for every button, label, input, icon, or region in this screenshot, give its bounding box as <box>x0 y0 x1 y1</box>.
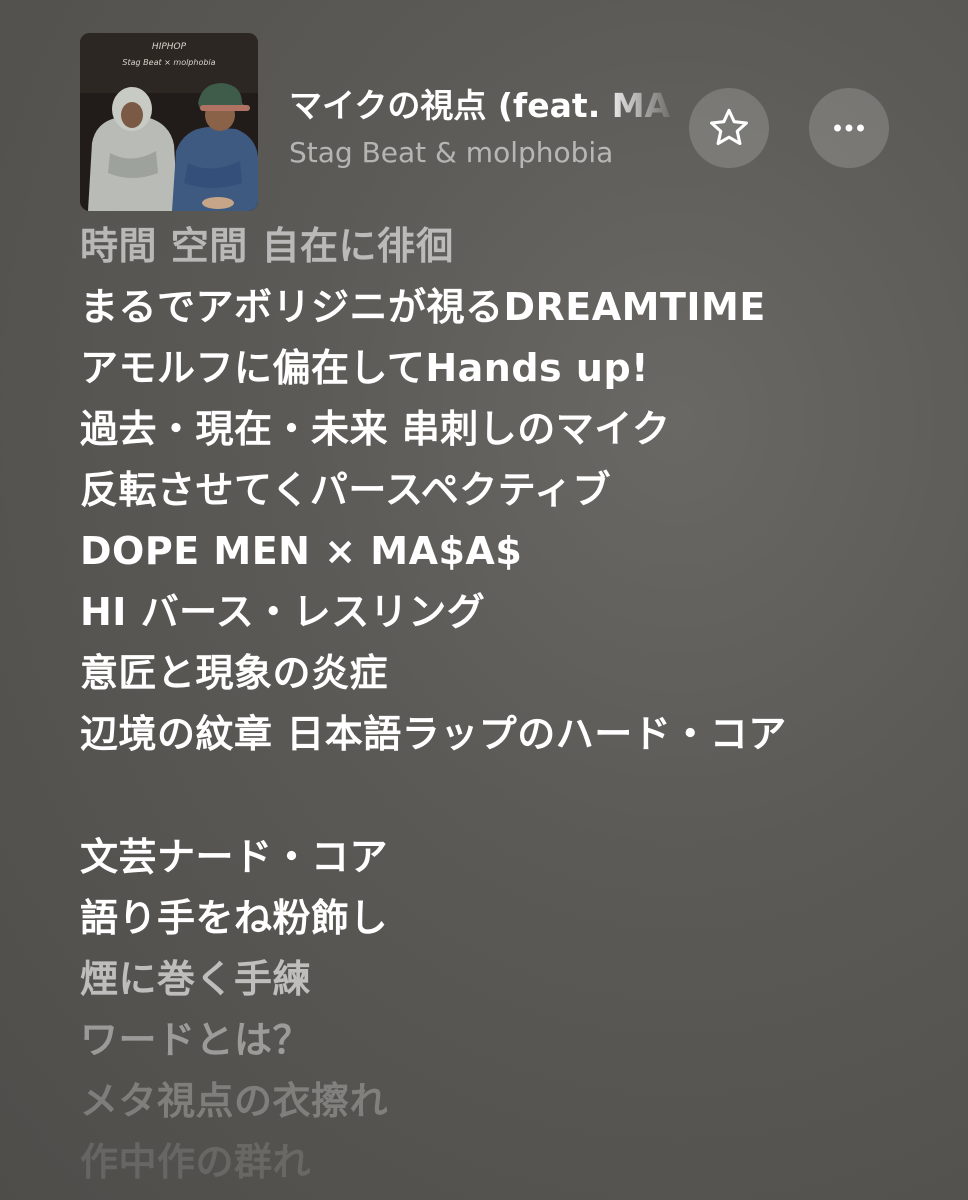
now-playing-header: HIPHOP Stag Beat × molphobia マイクの視点 (fea… <box>0 0 968 215</box>
album-artwork-image: HIPHOP Stag Beat × molphobia <box>80 33 258 211</box>
more-options-button[interactable] <box>809 88 889 168</box>
lyric-line[interactable]: 辺境の紋章 日本語ラップのハード・コア <box>80 704 940 765</box>
song-info[interactable]: マイクの視点 (feat. MA Stag Beat & molphobia <box>289 84 679 174</box>
lyric-line[interactable]: HI バース・レスリング <box>80 582 940 643</box>
lyric-line[interactable]: DOPE MEN × MA$A$ <box>80 521 940 582</box>
song-title: マイクの視点 (feat. MA <box>289 86 671 125</box>
star-outline-icon <box>710 108 748 146</box>
lyric-line[interactable]: 意匠と現象の炎症 <box>80 643 940 704</box>
lyric-line[interactable]: まるでアボリジニが視るDREAMTIME <box>80 277 940 338</box>
artwork-caption-2: Stag Beat × molphobia <box>122 58 215 67</box>
lyric-line[interactable]: アモルフに偏在してHands up! <box>80 338 940 399</box>
lyric-line[interactable]: 時間 空間 自在に徘徊 <box>80 216 940 277</box>
verse-break <box>80 765 940 827</box>
lyric-line[interactable]: 過去・現在・未来 串刺しのマイク <box>80 399 940 460</box>
lyric-line[interactable]: 反転させてくパースペクティブ <box>80 460 940 521</box>
lyric-line[interactable]: 文芸ナード・コア <box>80 827 940 888</box>
artwork-caption: HIPHOP <box>152 42 187 52</box>
favorite-button[interactable] <box>689 88 769 168</box>
song-artist[interactable]: Stag Beat & molphobia <box>289 134 679 172</box>
lyric-line[interactable]: メタ視点の衣擦れ <box>80 1071 940 1132</box>
lyric-line[interactable]: 語り手をね粉飾し <box>80 888 940 949</box>
lyric-line[interactable]: 煙に巻く手練 <box>80 949 940 1010</box>
album-artwork[interactable]: HIPHOP Stag Beat × molphobia <box>80 33 258 211</box>
ellipsis-icon <box>834 124 864 132</box>
lyric-line[interactable]: 作中作の群れ <box>80 1132 940 1193</box>
lyric-line[interactable]: ワードとは？ <box>80 1010 940 1071</box>
lyrics-panel[interactable]: 時間 空間 自在に徘徊 まるでアボリジニが視るDREAMTIME アモルフに偏在… <box>80 216 940 1193</box>
